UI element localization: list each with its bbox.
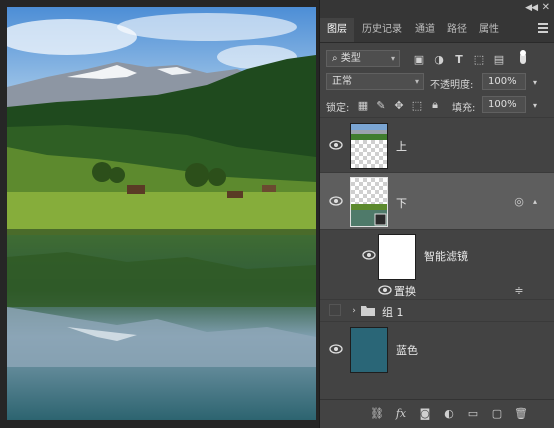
- new-group-icon[interactable]: ▭: [466, 407, 480, 421]
- tab-channels[interactable]: 通道: [412, 18, 438, 42]
- chevron-down-icon: ▾: [390, 54, 395, 63]
- photoshop-workspace: ◀◀ ✕ 图层 历史记录 通道 路径 属性 ⌕ 类型 ▾ ▣ ◑ T ⬚ ▤ 正…: [0, 0, 554, 428]
- filter-pixel-icon[interactable]: ▣: [412, 52, 426, 66]
- lock-artboard-icon[interactable]: ⬚: [410, 98, 424, 112]
- layer-row-top[interactable]: 上: [320, 117, 554, 173]
- tab-layers[interactable]: 图层: [320, 18, 354, 42]
- lock-all-icon[interactable]: 🔒︎: [428, 98, 442, 112]
- layer-name[interactable]: 上: [396, 138, 407, 154]
- panel-tabs: 图层 历史记录 通道 路径 属性: [320, 18, 554, 43]
- blend-mode-dropdown[interactable]: 正常 ▾: [326, 73, 424, 90]
- visibility-toggle-empty[interactable]: [329, 304, 341, 316]
- filter-type-icon[interactable]: T: [452, 52, 466, 66]
- smart-filters-row[interactable]: 智能滤镜: [320, 229, 554, 282]
- filter-name[interactable]: 置换: [394, 283, 416, 299]
- document-canvas[interactable]: [7, 7, 316, 420]
- layer-thumbnail: [350, 177, 388, 227]
- delete-layer-icon[interactable]: 🗑︎: [514, 407, 528, 421]
- lock-pixels-icon[interactable]: ✎: [374, 98, 388, 112]
- panel-titlebar: ◀◀ ✕: [320, 0, 554, 18]
- layer-name[interactable]: 组 1: [382, 304, 404, 320]
- close-panel-icon[interactable]: ✕: [542, 2, 550, 13]
- add-mask-icon[interactable]: ◙: [418, 407, 432, 421]
- layer-thumbnail: [350, 123, 388, 169]
- opacity-label: 不透明度:: [430, 80, 474, 91]
- blend-mode-value: 正常: [332, 76, 352, 87]
- fill-field[interactable]: 100%: [482, 96, 526, 113]
- filter-displace-row[interactable]: 置换 ≑: [320, 281, 554, 299]
- fill-label: 填充:: [452, 103, 476, 114]
- chevron-down-icon[interactable]: ▾: [528, 75, 542, 89]
- layers-bottom-toolbar: ⛓ fx ◙ ◐ ▭ ▢ 🗑︎: [320, 399, 554, 428]
- new-layer-icon[interactable]: ▢: [490, 407, 504, 421]
- filter-shape-icon[interactable]: ⬚: [472, 52, 486, 66]
- filter-smartobject-icon[interactable]: ▤: [492, 52, 506, 66]
- folder-icon: [361, 306, 375, 316]
- filter-toggle-icon[interactable]: [516, 50, 530, 64]
- filter-adjustment-icon[interactable]: ◑: [432, 52, 446, 66]
- lock-label: 锁定:: [326, 103, 350, 114]
- filter-mask-thumbnail: [378, 234, 416, 280]
- chevron-down-icon[interactable]: ▾: [528, 98, 542, 112]
- tab-history[interactable]: 历史记录: [358, 18, 406, 42]
- lock-row: 锁定: ▦ ✎ ✥ ⬚ 🔒︎ 填充: 100% ▾: [320, 95, 554, 115]
- layer-row-bottom[interactable]: 下 ◎ ▴: [320, 172, 554, 230]
- eye-icon[interactable]: [362, 250, 376, 260]
- adjustment-layer-icon[interactable]: ◐: [442, 407, 456, 421]
- layer-row-group[interactable]: › 组 1: [320, 299, 554, 322]
- panel-menu-icon[interactable]: [538, 23, 548, 35]
- filter-row: ⌕ 类型 ▾ ▣ ◑ T ⬚ ▤: [320, 48, 554, 70]
- search-icon: ⌕: [332, 53, 338, 64]
- layer-name[interactable]: 下: [396, 195, 407, 211]
- fill-value: 100%: [488, 99, 517, 110]
- link-layers-icon[interactable]: ⛓: [370, 407, 384, 421]
- chevron-down-icon: ▾: [414, 77, 419, 86]
- lock-transparency-icon[interactable]: ▦: [356, 98, 370, 112]
- opacity-value: 100%: [488, 76, 517, 87]
- collapse-panel-icon[interactable]: ◀◀: [525, 3, 538, 13]
- opacity-field[interactable]: 100%: [482, 73, 526, 90]
- eye-icon[interactable]: [329, 140, 343, 150]
- tab-properties[interactable]: 属性: [476, 18, 502, 42]
- lock-position-icon[interactable]: ✥: [392, 98, 406, 112]
- layer-row-blue[interactable]: 蓝色: [320, 321, 554, 377]
- eye-icon[interactable]: [329, 344, 343, 354]
- filter-label: 类型: [340, 53, 361, 64]
- chevron-right-icon[interactable]: ›: [347, 304, 361, 318]
- layer-thumbnail: [350, 327, 388, 373]
- filter-type-dropdown[interactable]: ⌕ 类型 ▾: [326, 50, 400, 67]
- filter-options-icon[interactable]: ≑: [512, 283, 526, 297]
- eye-icon[interactable]: [329, 196, 343, 206]
- layers-panel: ◀◀ ✕ 图层 历史记录 通道 路径 属性 ⌕ 类型 ▾ ▣ ◑ T ⬚ ▤ 正…: [319, 0, 554, 428]
- eye-icon[interactable]: [378, 285, 392, 295]
- chevron-up-icon[interactable]: ▴: [528, 194, 542, 208]
- smart-filters-label: 智能滤镜: [424, 250, 468, 263]
- blend-row: 正常 ▾ 不透明度: 100% ▾: [320, 72, 554, 92]
- landscape-image: [7, 7, 316, 420]
- smart-filter-icon[interactable]: ◎: [512, 194, 526, 208]
- tab-paths[interactable]: 路径: [444, 18, 470, 42]
- layer-name[interactable]: 蓝色: [396, 342, 418, 358]
- fx-icon[interactable]: fx: [394, 407, 408, 421]
